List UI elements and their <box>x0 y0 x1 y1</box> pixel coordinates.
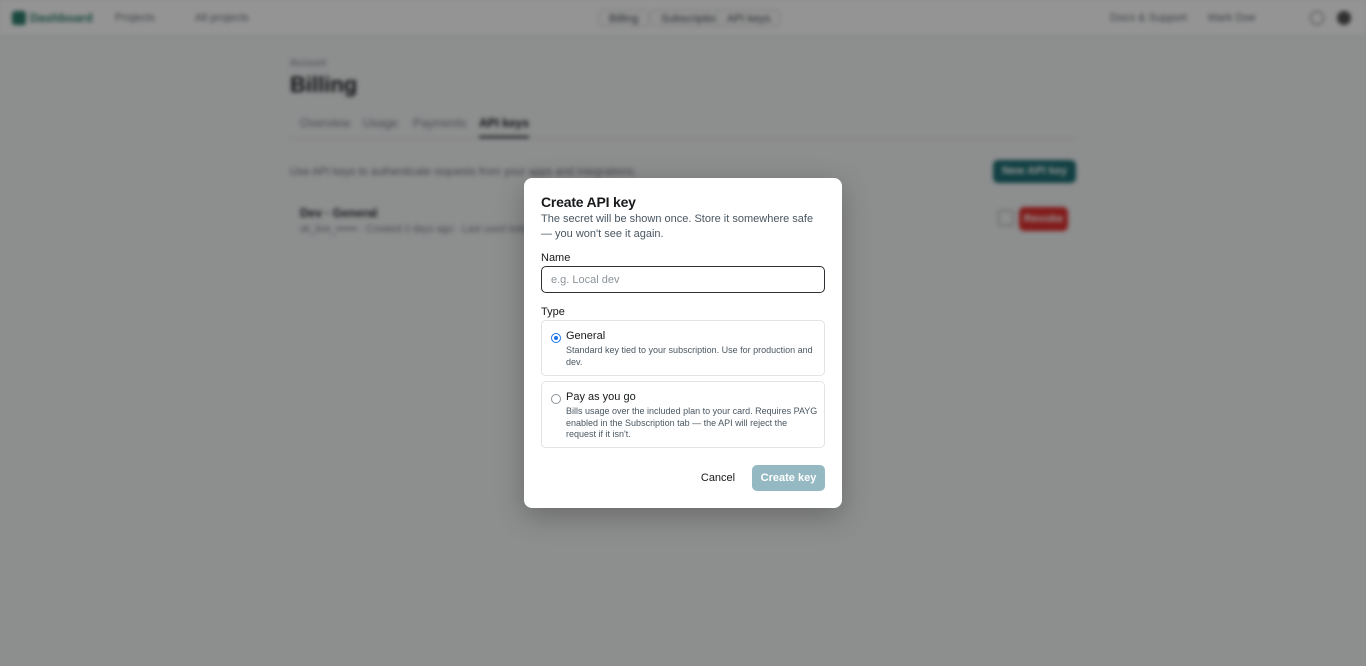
name-label: Name <box>541 252 571 264</box>
option-description: Bills usage over the included plan to yo… <box>566 406 818 439</box>
radio-pay-as-you-go[interactable] <box>551 394 561 404</box>
dialog-description: The secret will be shown once. Store it … <box>541 213 814 240</box>
create-api-key-dialog: Create API key The secret will be shown … <box>524 178 842 508</box>
name-input[interactable] <box>541 266 825 293</box>
option-title: Pay as you go <box>566 391 636 403</box>
type-label: Type <box>541 306 565 318</box>
cancel-button[interactable]: Cancel <box>694 465 742 491</box>
option-description: Standard key tied to your subscription. … <box>566 345 813 367</box>
dialog-title: Create API key <box>541 194 636 210</box>
type-option-pay-as-you-go[interactable]: Pay as you go Bills usage over the inclu… <box>541 381 825 448</box>
option-title: General <box>566 330 606 342</box>
radio-general[interactable] <box>551 333 561 343</box>
type-option-general[interactable]: General Standard key tied to your subscr… <box>541 320 825 376</box>
create-key-button[interactable]: Create key <box>752 465 825 491</box>
